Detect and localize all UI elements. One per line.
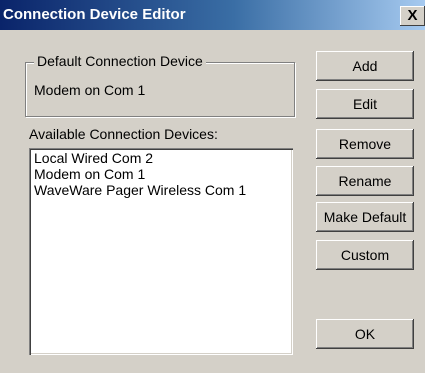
close-icon[interactable]: X [400, 6, 425, 26]
title-bar[interactable]: Connection Device Editor X [0, 0, 425, 30]
default-device-group-legend: Default Connection Device [34, 53, 206, 69]
window-title: Connection Device Editor [3, 6, 186, 23]
list-item[interactable]: WaveWare Pager Wireless Com 1 [34, 182, 246, 198]
add-button[interactable]: Add [316, 51, 414, 81]
list-item[interactable]: Modem on Com 1 [34, 166, 145, 182]
ok-button[interactable]: OK [316, 319, 414, 349]
edit-button[interactable]: Edit [316, 89, 414, 119]
make-default-button[interactable]: Make Default [316, 202, 414, 232]
connection-device-editor-dialog: Connection Device Editor X Default Conne… [0, 0, 425, 373]
available-devices-label: Available Connection Devices: [29, 126, 218, 142]
custom-button[interactable]: Custom [316, 240, 414, 270]
default-device-value: Modem on Com 1 [34, 82, 146, 98]
available-devices-listbox[interactable]: Local Wired Com 2 Modem on Com 1 WaveWar… [29, 148, 293, 355]
rename-button[interactable]: Rename [316, 166, 414, 196]
remove-button[interactable]: Remove [316, 129, 414, 159]
default-device-group: Default Connection Device Modem on Com 1 [25, 53, 295, 117]
list-item[interactable]: Local Wired Com 2 [34, 150, 153, 166]
